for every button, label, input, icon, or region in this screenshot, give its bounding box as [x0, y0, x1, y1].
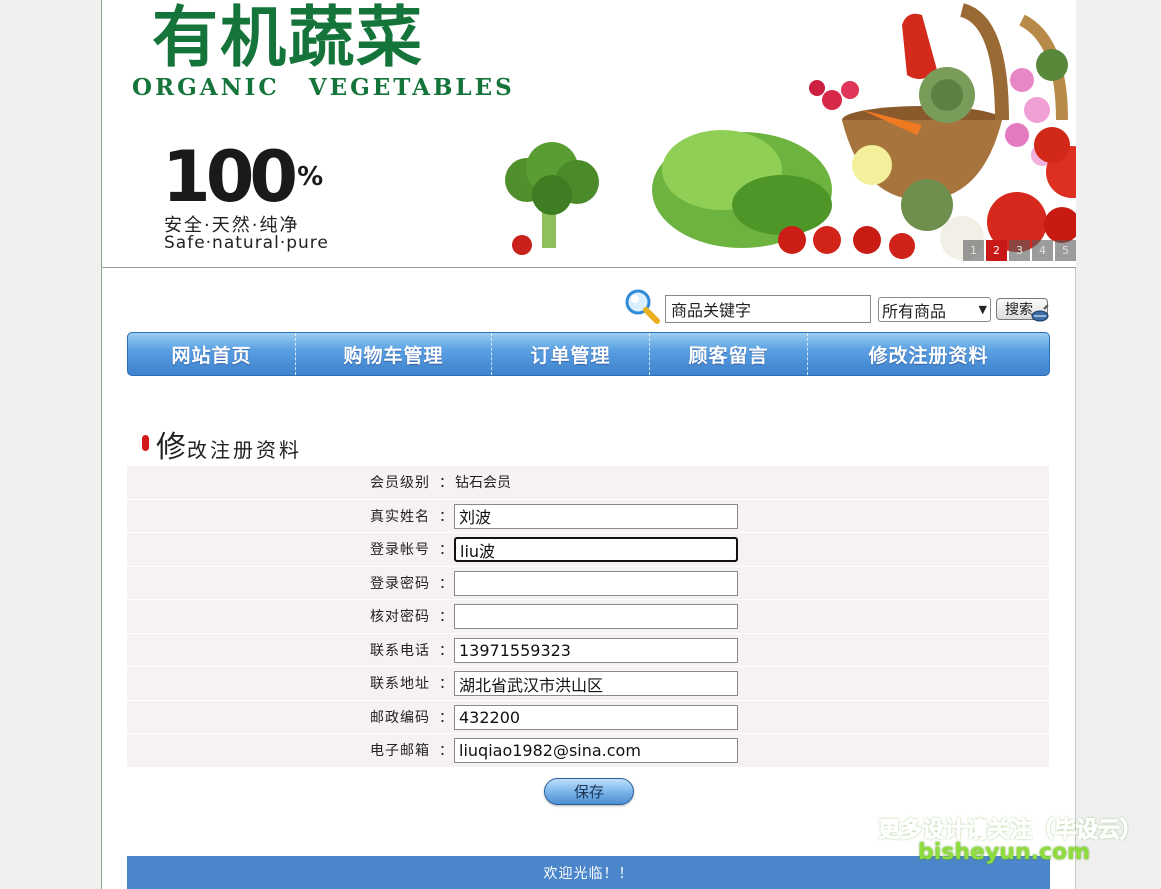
form-row-phone: 联系电话 ： [127, 633, 1049, 667]
red-pepper-icon [902, 13, 937, 79]
nav-item-messages[interactable]: 顾客留言 [650, 333, 808, 375]
profile-form: 会员级别 ： 钻石会员 真实姓名 ： 登录帐号 ： 登录密码 ： 核对密码 ： … [127, 466, 1049, 768]
address-field[interactable] [454, 671, 738, 696]
form-row-member-level: 会员级别 ： 钻石会员 [127, 466, 1049, 500]
password-field[interactable] [454, 570, 738, 596]
form-row-email: 电子邮箱 ： [127, 734, 1049, 768]
vegetable-basket-image [505, 3, 1076, 260]
broccoli-icon [505, 142, 599, 255]
colon: ： [439, 475, 453, 492]
chevron-down-icon: ▼ [978, 303, 987, 316]
percent-sign: % [297, 162, 324, 192]
slideshow-pager: 1 2 3 4 5 [963, 240, 1076, 261]
nav-item-home[interactable]: 网站首页 [128, 333, 296, 375]
save-button-label: 保存 [573, 783, 604, 801]
slide-dot-1[interactable]: 1 [963, 240, 984, 261]
phone-field[interactable] [454, 637, 738, 663]
slide-dot-2[interactable]: 2 [986, 240, 1007, 261]
email-label: 电子邮箱 [370, 743, 430, 760]
slide-dot-4[interactable]: 4 [1032, 240, 1053, 261]
postcode-field[interactable] [454, 704, 738, 730]
form-row-password: 登录密码 ： [127, 566, 1049, 600]
page-title-first-char: 修 [156, 430, 187, 465]
radish-icon [809, 80, 859, 110]
lettuce-icon [652, 130, 832, 248]
nav-item-edit-profile[interactable]: 修改注册资料 [808, 333, 1049, 375]
form-row-postcode: 邮政编码 ： [127, 700, 1049, 734]
footer-text: 欢迎光临！！ [543, 865, 634, 882]
colon: ： [439, 709, 453, 726]
hundred-percent-badge: 100% [162, 142, 323, 212]
search-button-magnifier-icon [1031, 304, 1049, 322]
colon: ： [439, 676, 453, 693]
slogan-en: Safe·natural·pure [164, 233, 329, 253]
form-row-real-name: 真实姓名 ： [127, 499, 1049, 533]
email-field[interactable] [454, 738, 738, 763]
address-label: 联系地址 [370, 676, 430, 693]
main-nav: 网站首页 购物车管理 订单管理 顾客留言 修改注册资料 [127, 332, 1050, 376]
form-row-address: 联系地址 ： [127, 667, 1049, 701]
slide-dot-3[interactable]: 3 [1009, 240, 1030, 261]
category-select-value: 所有商品 [882, 301, 947, 321]
colon: ： [439, 508, 453, 525]
section-marker-icon [142, 435, 149, 451]
header-banner: 有机蔬菜 ORGANIC VEGETABLES 100% 安全·天然·纯净 Sa… [102, 0, 1076, 268]
real-name-label: 真实姓名 [370, 508, 430, 525]
account-label: 登录帐号 [370, 542, 430, 559]
colon: ： [439, 575, 453, 592]
colon: ： [439, 642, 453, 659]
postcode-label: 邮政编码 [370, 709, 430, 726]
form-row-account: 登录帐号 ： [127, 533, 1049, 567]
colon: ： [439, 609, 453, 626]
real-name-field[interactable] [454, 503, 738, 529]
page-title: 修改注册资料 [156, 422, 302, 466]
magnifier-icon [625, 289, 660, 324]
nav-item-cart[interactable]: 购物车管理 [296, 333, 492, 375]
member-level-label: 会员级别 [370, 475, 430, 492]
page-container: 有机蔬菜 ORGANIC VEGETABLES 100% 安全·天然·纯净 Sa… [101, 0, 1076, 889]
watermark-line-2: bisheyun.com [918, 840, 1091, 865]
confirm-password-field[interactable] [454, 604, 738, 629]
nav-item-orders[interactable]: 订单管理 [492, 333, 650, 375]
password-label: 登录密码 [370, 575, 430, 592]
confirm-password-label: 核对密码 [370, 609, 430, 626]
squash-icon [852, 145, 892, 185]
account-field[interactable] [454, 537, 738, 562]
greens-icon [1036, 49, 1068, 81]
phone-label: 联系电话 [370, 642, 430, 659]
form-row-confirm-password: 核对密码 ： [127, 600, 1049, 634]
search-keyword-input[interactable] [665, 295, 871, 323]
footer-bar: 欢迎光临！！ [127, 856, 1050, 889]
colon: ： [439, 743, 453, 760]
slide-dot-5[interactable]: 5 [1055, 240, 1076, 261]
save-button[interactable]: 保存 [544, 778, 634, 805]
hundred-number: 100 [162, 136, 298, 218]
colon: ： [439, 542, 453, 559]
page-title-rest: 改注册资料 [187, 438, 302, 462]
member-level-value: 钻石会员 [455, 475, 511, 492]
search-button-label: 搜索 [1005, 302, 1033, 318]
category-select[interactable]: 所有商品 ▼ [878, 297, 991, 322]
